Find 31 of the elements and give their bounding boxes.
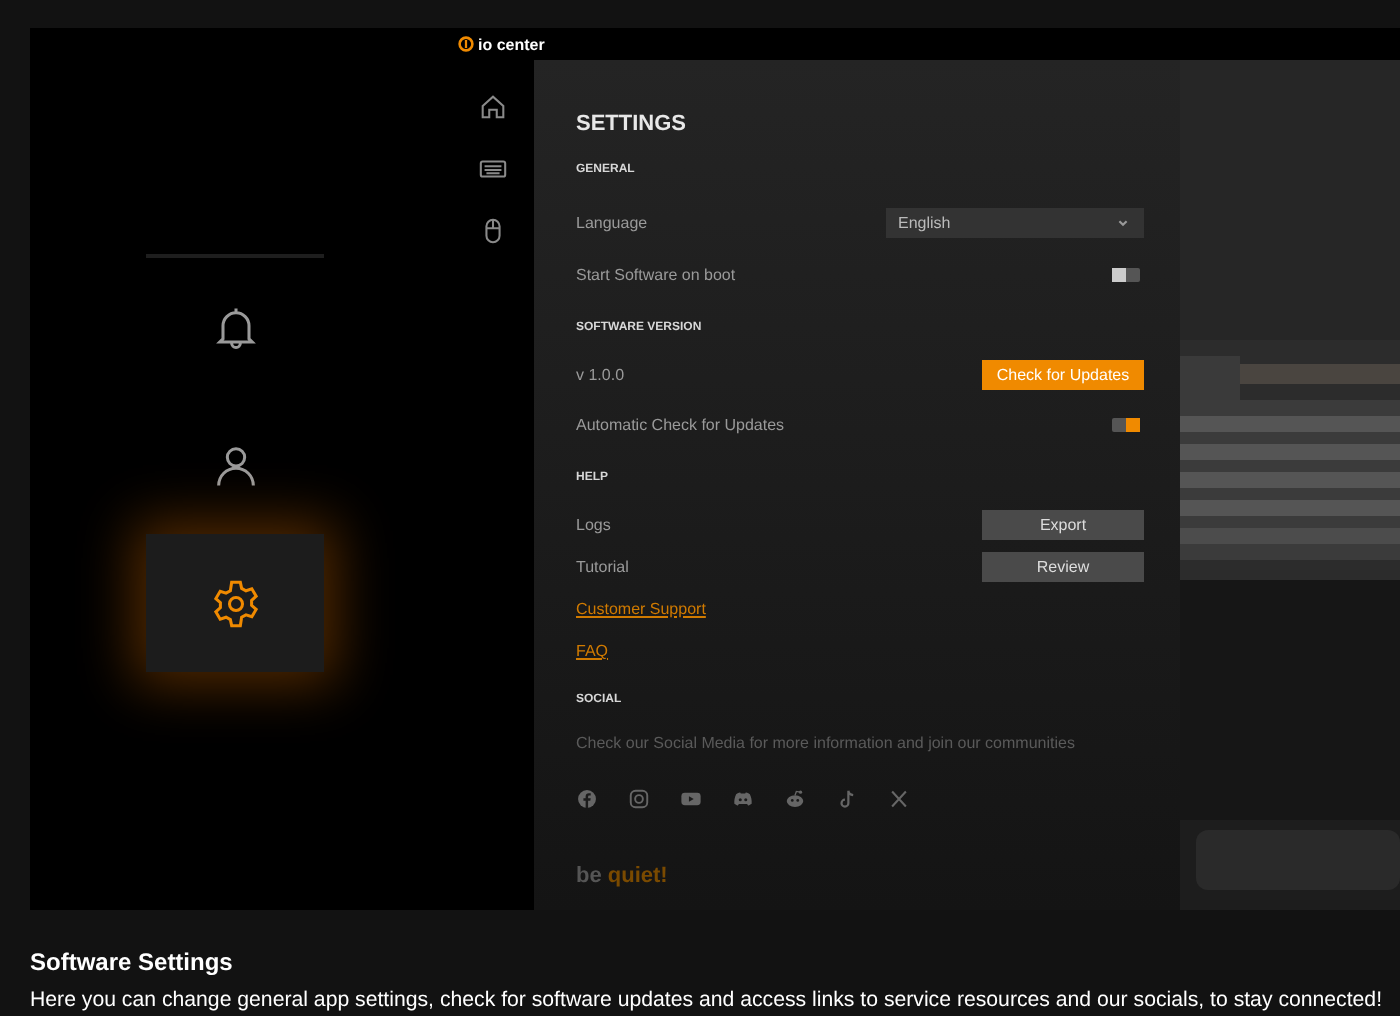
setting-label: Tutorial: [576, 558, 629, 576]
setting-label: Language: [576, 213, 648, 231]
x-icon[interactable]: [888, 787, 910, 809]
tiktok-icon[interactable]: [836, 787, 858, 809]
settings-title: SETTINGS: [576, 112, 689, 136]
action-button[interactable]: Review: [982, 552, 1144, 582]
language-dropdown[interactable]: English: [886, 207, 1144, 237]
home-icon[interactable]: [477, 92, 507, 122]
toggle-switch[interactable]: [1112, 417, 1140, 431]
setting-label: Start Software on boot: [576, 265, 736, 283]
social-description: Check our Social Media for more information and join our communities: [576, 733, 1075, 751]
logo-icon: [458, 36, 474, 52]
reddit-icon[interactable]: [784, 787, 806, 809]
facebook-icon[interactable]: [576, 787, 598, 809]
toggle-switch[interactable]: [1112, 267, 1140, 281]
instagram-icon[interactable]: [628, 787, 650, 809]
help-link[interactable]: FAQ: [576, 642, 609, 660]
setting-label: v 1.0.0: [576, 365, 625, 383]
caption-text: Here you can change general app settings, check for software updates and access links to service resources and our socials, to stay connected!: [30, 988, 1385, 1012]
keyboard-icon[interactable]: [477, 154, 507, 184]
app-title: io center: [478, 35, 545, 53]
setting-label: Logs: [576, 516, 611, 534]
gear-icon: [209, 577, 261, 629]
discord-icon[interactable]: [732, 787, 754, 809]
help-link[interactable]: Customer Support: [576, 600, 706, 618]
youtube-icon[interactable]: [680, 787, 702, 809]
side-tab[interactable]: [146, 534, 324, 672]
action-button[interactable]: Export: [982, 510, 1144, 540]
caption-title: Software Settings: [30, 948, 235, 976]
brand-logo: be quiet!: [576, 864, 670, 888]
setting-label: Automatic Check for Updates: [576, 415, 785, 433]
